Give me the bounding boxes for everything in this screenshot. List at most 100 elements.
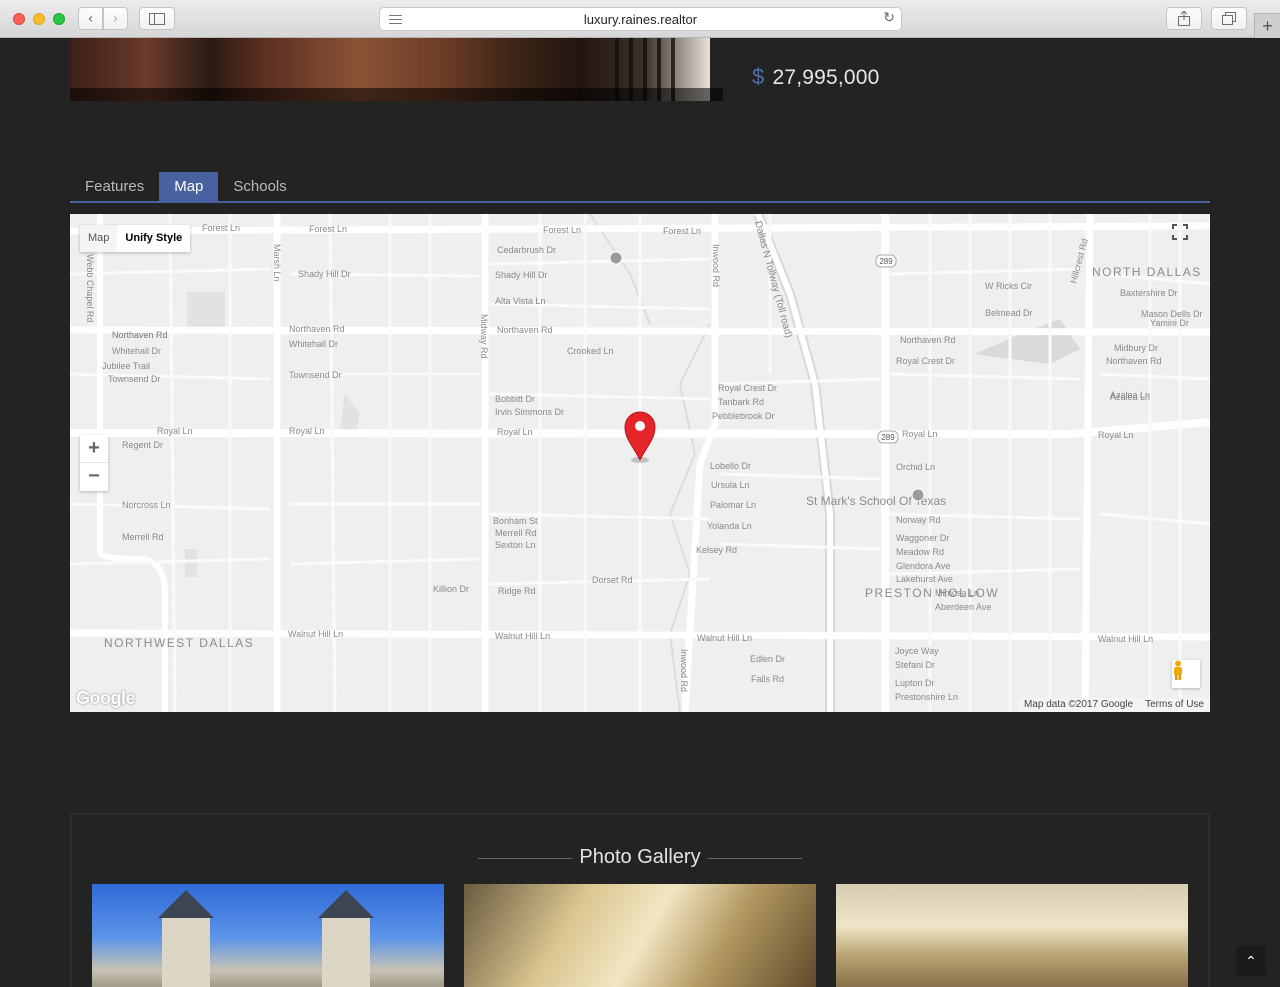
url-text: luxury.raines.realtor: [583, 12, 698, 27]
street-label: Lupton Dr: [895, 678, 935, 688]
street-label: Whitehall Dr: [289, 339, 338, 349]
map-type-control: Map Unify Style: [80, 225, 191, 252]
minimize-window-button[interactable]: [33, 13, 45, 25]
street-label: Bobbitt Dr: [495, 394, 535, 404]
chevron-right-icon: ›: [112, 10, 119, 27]
street-label: Bonham St: [493, 516, 538, 526]
terms-of-use-link[interactable]: Terms of Use: [1139, 698, 1210, 712]
street-label: Shady Hill Dr: [298, 269, 351, 279]
street-label: Aberdeen Ave: [935, 602, 991, 612]
street-label: Crooked Ln: [567, 346, 614, 356]
tab-schools[interactable]: Schools: [218, 172, 301, 201]
street-label: Northaven Rd: [289, 324, 345, 334]
back-button[interactable]: ‹: [78, 7, 103, 30]
reload-icon[interactable]: ↻: [883, 10, 895, 26]
listing-tabs: Features Map Schools: [70, 172, 1210, 203]
zoom-window-button[interactable]: [53, 13, 65, 25]
street-label: Sexton Ln: [495, 540, 536, 550]
street-label: Edlen Dr: [750, 654, 785, 664]
street-view-button[interactable]: [1172, 660, 1200, 688]
street-label: Inwood Rd: [711, 244, 721, 287]
street-label: Irvin Simmons Dr: [495, 407, 564, 417]
hero-caption-bar: [70, 88, 723, 101]
street-label: Royal Ln: [289, 426, 325, 436]
street-label: Royal Crest Dr: [718, 383, 777, 393]
zoom-out-button[interactable]: −: [80, 463, 108, 491]
street-label: Walnut Hill Ln: [697, 633, 752, 643]
area-label: NORTH DALLAS: [1092, 265, 1202, 279]
tab-map[interactable]: Map: [159, 172, 219, 201]
street-label: Northaven Rd: [497, 325, 553, 335]
street-label: Whitehall Dr: [112, 346, 161, 356]
street-label: Inwood Rd: [679, 649, 689, 692]
street-label: Pebblebrook Dr: [712, 411, 775, 421]
map-type-style-button[interactable]: Unify Style: [117, 225, 191, 252]
map-type-map-button[interactable]: Map: [80, 225, 118, 252]
street-label: Royal Ln: [497, 427, 533, 437]
street-label: Royal Ln: [902, 429, 938, 439]
street-label: Forest Ln: [309, 224, 347, 234]
fullscreen-button[interactable]: [1172, 224, 1196, 248]
street-label: Waggoner Dr: [896, 533, 949, 543]
zoom-in-button[interactable]: +: [80, 435, 108, 463]
street-label: Royal Ln: [1098, 430, 1134, 440]
street-label: Kelsey Rd: [696, 545, 737, 555]
browser-toolbar: ‹ › luxury.raines.realtor ↻ +: [0, 0, 1280, 38]
gallery-photo-exterior[interactable]: [92, 884, 444, 987]
tabs-overview-icon: [1222, 12, 1236, 25]
scroll-to-top-button[interactable]: ⌃: [1236, 946, 1266, 976]
street-label: Cedarbrush Dr: [497, 245, 556, 255]
school-marker-icon[interactable]: [609, 251, 623, 265]
tabs-overview-button[interactable]: [1211, 7, 1247, 30]
photo-gallery: Photo Gallery: [70, 813, 1210, 987]
street-label: Ridge Rd: [498, 586, 536, 596]
fullscreen-icon: [1172, 224, 1188, 240]
listing-price: $27,995,000: [752, 64, 880, 90]
street-label: Forest Ln: [202, 223, 240, 233]
street-label: Prestonshire Ln: [895, 692, 958, 702]
street-label: Webb Chapel Rd: [85, 254, 95, 322]
street-label: W Ricks Cir: [985, 281, 1032, 291]
route-shield-label: 289: [881, 433, 895, 442]
title-divider: [708, 858, 802, 859]
street-label: Azalea Ln: [1110, 390, 1150, 400]
map-attribution: Map data ©2017 Google Terms of Use: [1017, 698, 1210, 712]
street-label: Walnut Hill Ln: [1098, 634, 1153, 644]
street-label: Merrell Rd: [122, 532, 164, 542]
street-label: Tanbark Rd: [718, 397, 764, 407]
gallery-photo-foyer[interactable]: [464, 884, 816, 987]
street-label: Northaven Rd: [1106, 356, 1162, 366]
street-label: Midbury Dr: [1114, 343, 1158, 353]
street-label: Belmead Dr: [985, 308, 1033, 318]
google-logo[interactable]: Google: [76, 688, 136, 709]
map-pin-icon[interactable]: [624, 411, 656, 463]
share-button[interactable]: [1166, 7, 1202, 30]
new-tab-button[interactable]: +: [1254, 13, 1280, 38]
property-map[interactable]: Forest Ln Forest Ln Forest Ln Forest Ln …: [70, 214, 1210, 712]
school-marker-icon[interactable]: [911, 488, 925, 502]
street-view-pegman-icon: [1174, 660, 1182, 680]
street-label: Merrell Rd: [495, 528, 537, 538]
currency-symbol: $: [752, 64, 765, 89]
sidebar-button[interactable]: [139, 7, 175, 30]
street-label: Yamini Dr: [1150, 318, 1189, 328]
close-window-button[interactable]: [13, 13, 25, 25]
street-label: Glendora Ave: [896, 561, 950, 571]
street-label: Walnut Hill Ln: [495, 631, 550, 641]
street-label: Yolanda Ln: [707, 521, 752, 531]
area-label: NORTHWEST DALLAS: [104, 636, 254, 650]
forward-button[interactable]: ›: [103, 7, 128, 30]
address-bar[interactable]: luxury.raines.realtor ↻: [379, 7, 902, 31]
map-canvas[interactable]: Forest Ln Forest Ln Forest Ln Forest Ln …: [70, 214, 1210, 712]
gallery-title: Photo Gallery: [579, 846, 701, 868]
price-value: 27,995,000: [772, 66, 880, 89]
street-label: Dorset Rd: [592, 575, 633, 585]
tab-features[interactable]: Features: [70, 172, 159, 201]
plus-icon: +: [1262, 15, 1273, 36]
gallery-photo-bedroom[interactable]: [836, 884, 1188, 987]
street-label: Joyce Way: [895, 646, 939, 656]
street-label: Stefani Dr: [895, 660, 935, 670]
area-label: PRESTON HOLLOW: [865, 586, 999, 600]
route-shield-label: 289: [879, 257, 893, 266]
zoom-control: + −: [80, 435, 108, 491]
